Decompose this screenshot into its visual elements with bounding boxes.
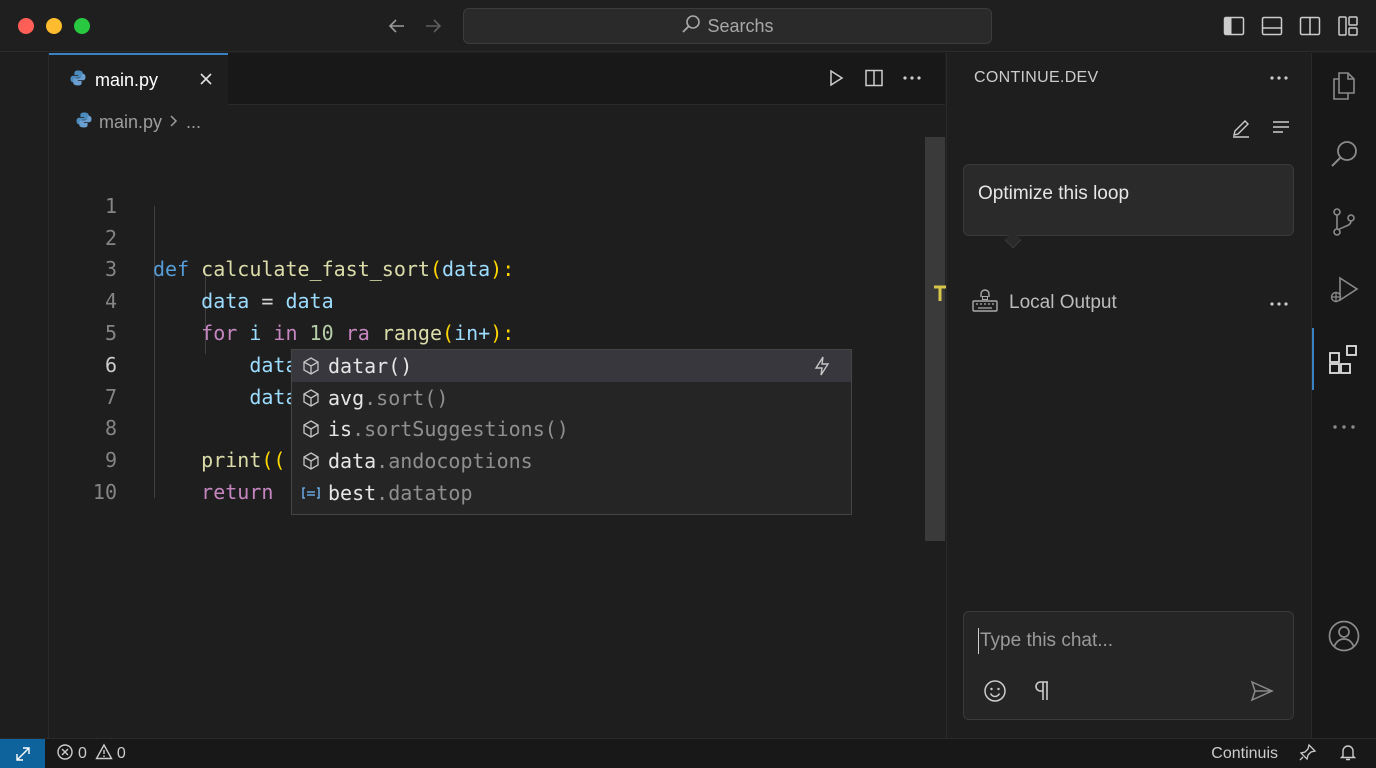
suggestion-rest: .sortSuggestions(): [352, 417, 569, 441]
title-bar: Searchs: [0, 0, 1376, 52]
toggle-primary-sidebar-icon[interactable]: [1222, 14, 1246, 38]
suggestion-rest: .andocoptions: [376, 449, 533, 473]
edit-pencil-icon[interactable]: [1230, 117, 1252, 139]
cube-icon: [300, 355, 322, 377]
suggestion-match: data: [328, 449, 376, 473]
problems-indicator[interactable]: 0 0: [56, 739, 126, 768]
active-indicator: [1312, 328, 1314, 390]
more-views-icon[interactable]: [1327, 410, 1361, 444]
continue-status-item[interactable]: Continuis: [1211, 745, 1278, 763]
paragraph-format-icon[interactable]: [1030, 678, 1056, 704]
cube-icon: [300, 450, 322, 472]
continue-chat-panel: CONTINUE.DEV Optimize this loop Local Ou…: [946, 53, 1310, 738]
suggestion-widget: datar() avg.sort() is.sortSuggestions() …: [291, 349, 852, 515]
lock-keyboard-icon: [971, 286, 999, 320]
code-line-active: 6 data.sort(): [49, 318, 925, 350]
error-count: 0: [78, 745, 87, 763]
chat-input-box: [963, 611, 1294, 720]
search-placeholder: Searchs: [707, 16, 773, 37]
suggestion-item[interactable]: data.andocoptions: [292, 445, 851, 477]
more-actions-icon[interactable]: [901, 67, 923, 89]
tab-label: main.py: [95, 70, 158, 91]
close-tab-icon[interactable]: [196, 69, 216, 89]
status-bar: 0 0 Continuis: [0, 738, 1376, 768]
code-token: return: [201, 480, 273, 504]
suggestion-match: is: [328, 417, 352, 441]
suggestion-match: best: [328, 481, 376, 505]
warning-count: 0: [117, 745, 126, 763]
feedback-icon[interactable]: [1298, 742, 1318, 767]
python-file-icon: [69, 69, 87, 92]
send-icon[interactable]: [1249, 678, 1275, 704]
suggestion-match: datar(): [328, 354, 412, 378]
split-editor-icon[interactable]: [863, 67, 885, 89]
more-actions-icon[interactable]: [1268, 67, 1290, 89]
explorer-files-icon[interactable]: [1327, 69, 1361, 103]
python-file-icon: [75, 111, 93, 134]
account-icon[interactable]: [1327, 619, 1361, 653]
user-message-text: Optimize this loop: [978, 183, 1129, 204]
breadcrumb-symbol[interactable]: ...: [186, 112, 201, 133]
suggestion-match: avg: [328, 386, 364, 410]
customize-layout-icon[interactable]: [1336, 14, 1360, 38]
history-list-icon[interactable]: [1270, 117, 1292, 139]
chat-input[interactable]: [978, 628, 1278, 654]
run-file-icon[interactable]: [825, 67, 847, 89]
activity-bar: [1311, 53, 1376, 738]
warning-icon: [95, 743, 113, 766]
command-search-box[interactable]: Searchs: [463, 8, 992, 44]
toggle-panel-icon[interactable]: [1260, 14, 1284, 38]
close-window-button[interactable]: [18, 18, 34, 34]
lightning-icon[interactable]: [811, 355, 833, 377]
error-icon: [56, 743, 74, 766]
forward-arrow-icon[interactable]: [421, 14, 445, 38]
suggestion-rest: .datatop: [376, 481, 472, 505]
suggestion-item[interactable]: avg.sort(): [292, 382, 851, 414]
cube-icon: [300, 418, 322, 440]
left-gutter: [0, 53, 49, 738]
breadcrumb: main.py ...: [75, 111, 201, 133]
maximize-window-button[interactable]: [74, 18, 90, 34]
notifications-bell-icon[interactable]: [1338, 742, 1358, 767]
panel-title: CONTINUE.DEV: [974, 69, 1099, 87]
source-control-icon[interactable]: [1327, 205, 1361, 239]
code-line: 2 def calculate_fast_sort(data):: [49, 191, 925, 223]
more-actions-icon[interactable]: [1268, 293, 1290, 315]
cursor-position-marker-icon: [933, 285, 945, 301]
search-icon[interactable]: [1327, 137, 1361, 171]
minimize-window-button[interactable]: [46, 18, 62, 34]
run-and-debug-icon[interactable]: [1327, 273, 1361, 307]
local-output-row[interactable]: Local Output: [971, 287, 1117, 319]
search-icon: [681, 14, 701, 39]
back-arrow-icon[interactable]: [385, 14, 409, 38]
tab-main-py[interactable]: main.py: [49, 53, 228, 105]
code-line: 5 data = nl[data]: [49, 286, 925, 318]
emoji-smiley-icon[interactable]: [982, 678, 1008, 704]
user-message-bubble: Optimize this loop: [963, 164, 1294, 236]
line-number: 10: [49, 477, 117, 509]
code-line: 3 data = data: [49, 223, 925, 255]
suggestion-item[interactable]: datar(): [292, 350, 851, 382]
chevron-right-icon: [168, 112, 180, 133]
extensions-icon[interactable]: [1327, 342, 1361, 376]
suggestion-item[interactable]: is.sortSuggestions(): [292, 414, 851, 446]
code-line: 1: [49, 159, 925, 191]
code-line: 4 for i in 10 ra range(in+):: [49, 254, 925, 286]
editor-scrollbar[interactable]: [925, 137, 945, 541]
variable-icon: [300, 482, 322, 504]
cube-icon: [300, 387, 322, 409]
local-output-label: Local Output: [1009, 292, 1117, 314]
remote-indicator-icon[interactable]: [0, 739, 45, 768]
tab-bar: main.py: [49, 53, 945, 105]
suggestion-item[interactable]: best.datatop: [292, 477, 851, 509]
toggle-secondary-sidebar-icon[interactable]: [1298, 14, 1322, 38]
breadcrumb-file[interactable]: main.py: [99, 112, 162, 133]
suggestion-rest: .sort(): [364, 386, 448, 410]
